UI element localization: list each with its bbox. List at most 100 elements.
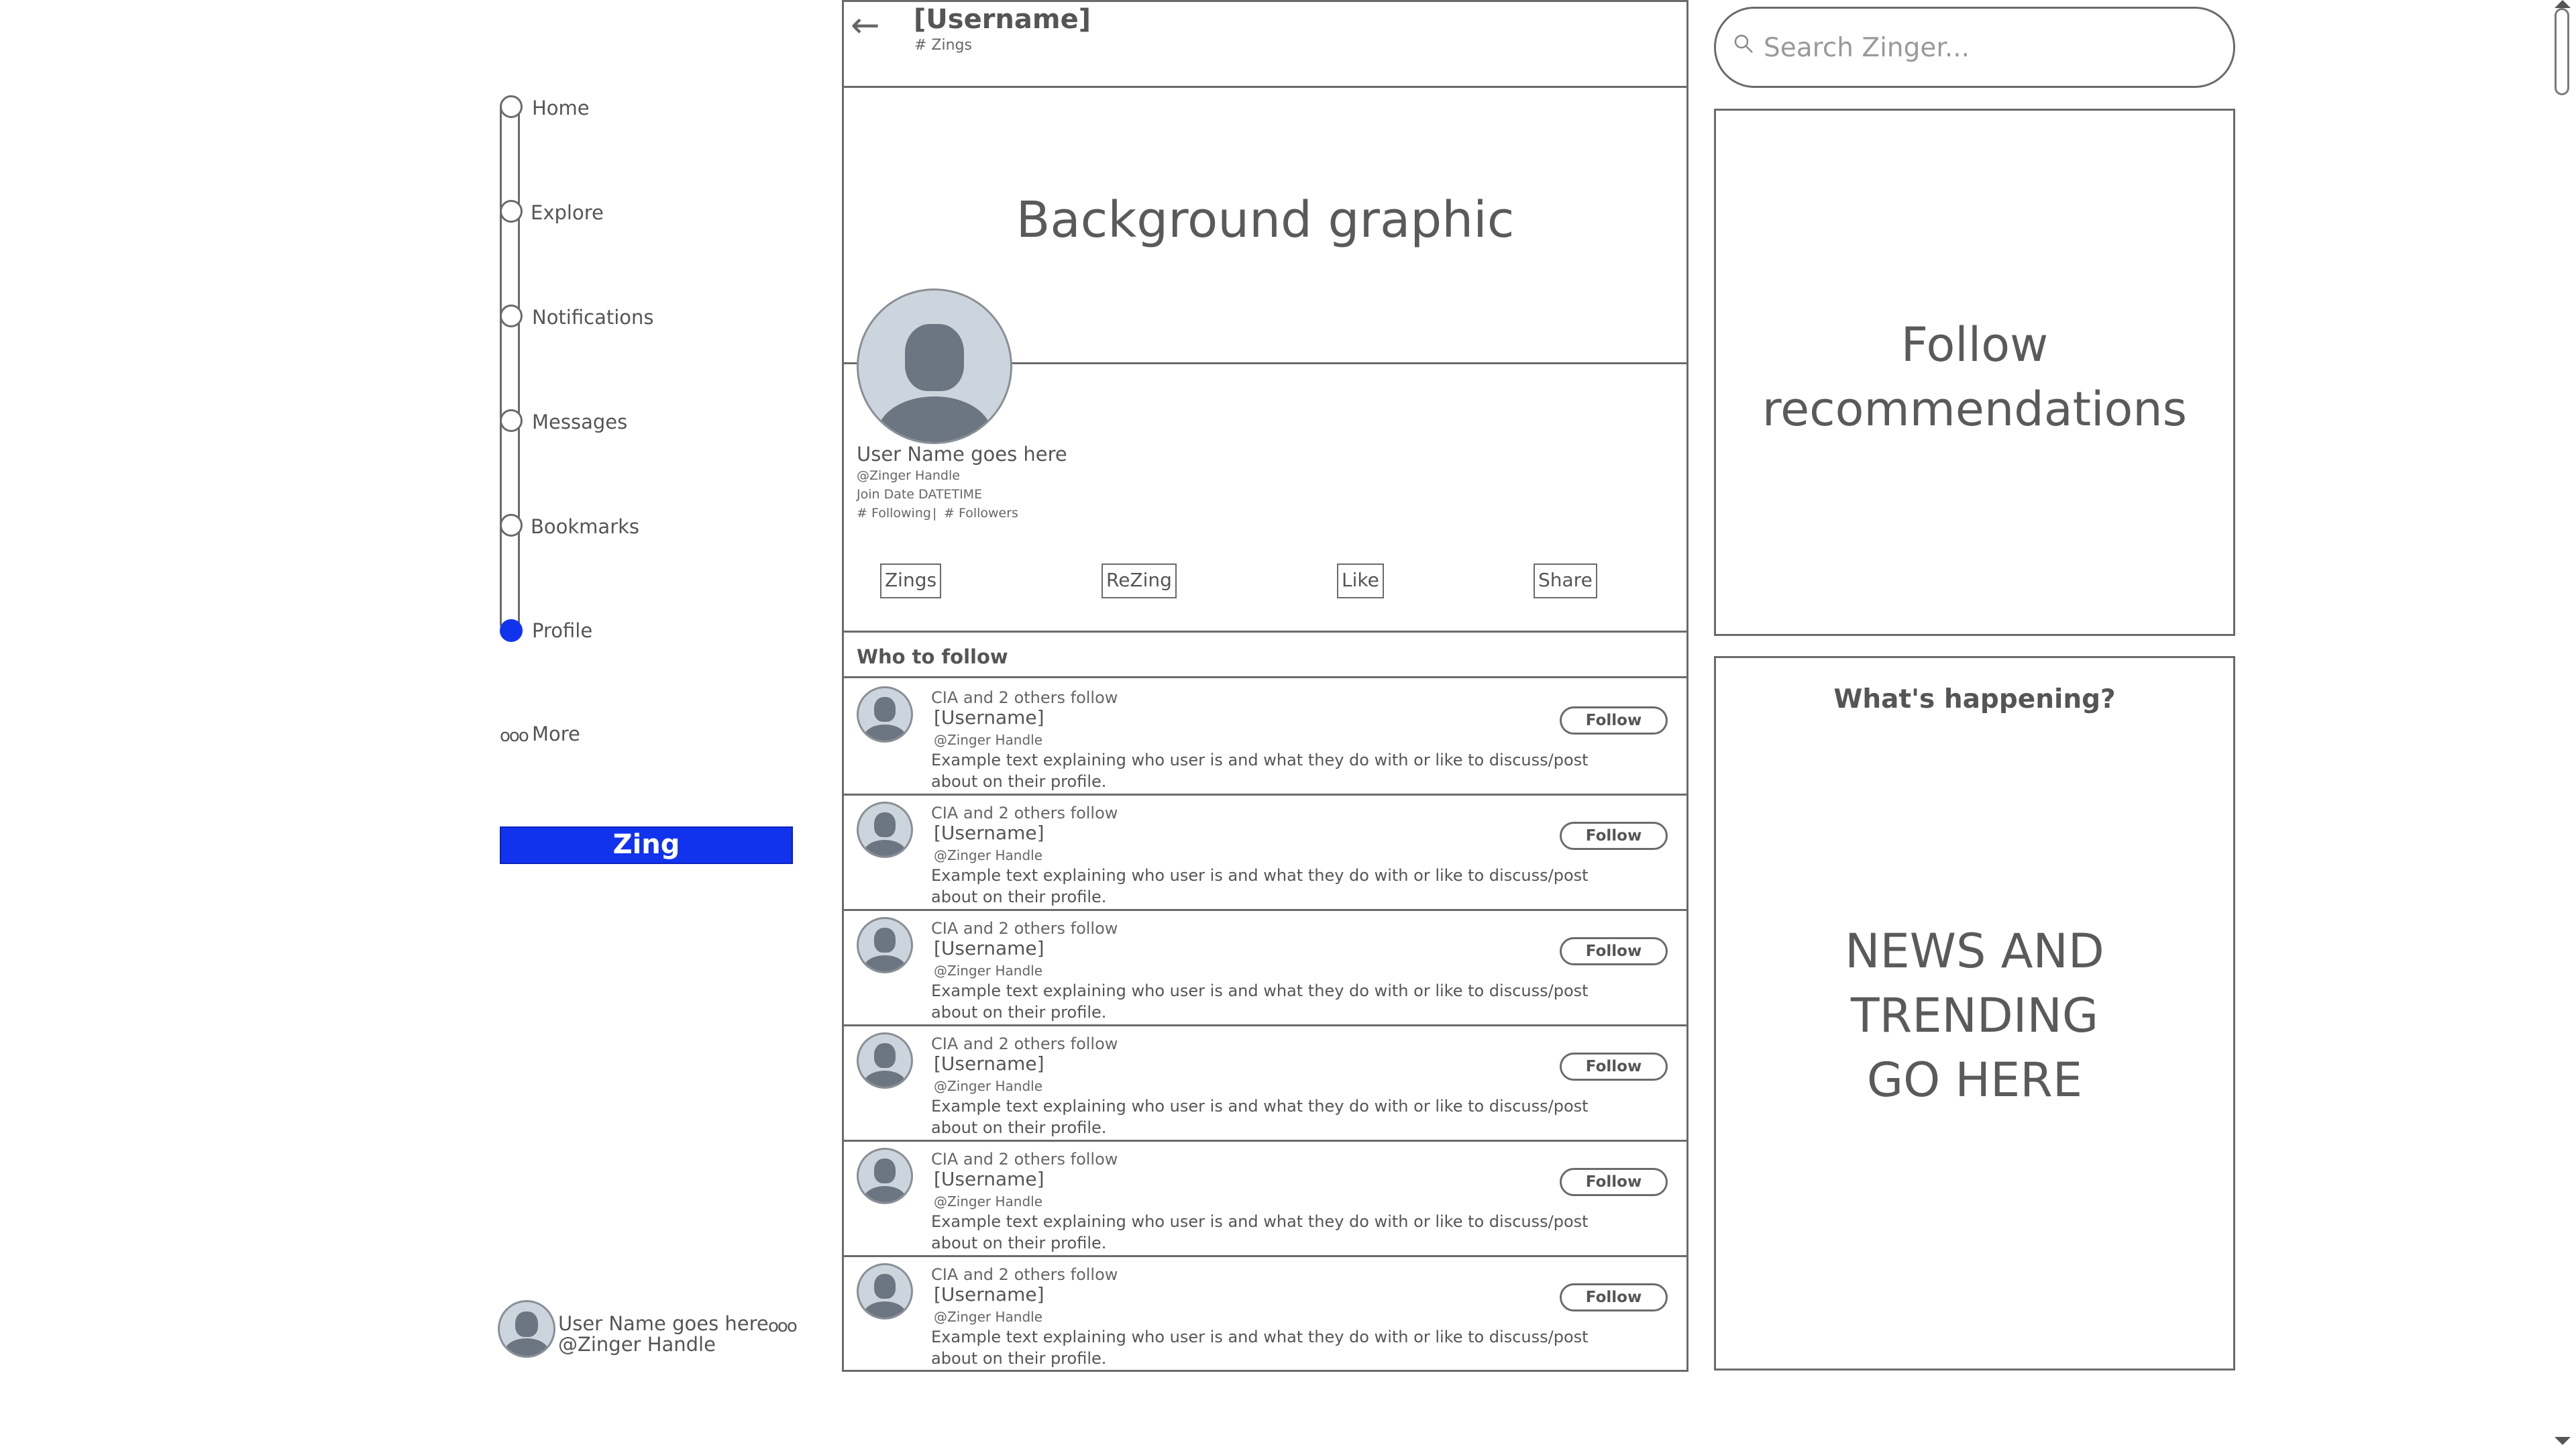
nav-item-notifications[interactable]: Notifications: [500, 305, 768, 331]
suggested-username[interactable]: [Username]: [934, 1168, 1044, 1190]
avatar-body-icon: [877, 396, 991, 442]
tab-zings[interactable]: Zings: [880, 564, 942, 598]
suggested-username[interactable]: [Username]: [934, 1053, 1044, 1075]
circle-icon: [500, 409, 523, 432]
suggested-handle: @Zinger Handle: [934, 963, 1043, 979]
suggested-bio: Example text explaining who user is and …: [931, 866, 1589, 906]
news-line-2: TRENDING: [1850, 988, 2099, 1043]
avatar-head-icon: [874, 1159, 896, 1183]
background-graphic: Background graphic: [1016, 191, 1515, 249]
suggested-bio: Example text explaining who user is and …: [931, 1097, 1589, 1137]
list-item[interactable]: CIA and 2 others follow [Username] @Zing…: [843, 909, 1687, 1024]
follow-context: CIA and 2 others follow: [931, 804, 1118, 822]
follow-button[interactable]: Follow: [1560, 706, 1668, 735]
followers-count[interactable]: # Followers: [944, 506, 1018, 521]
tab-share[interactable]: Share: [1534, 564, 1597, 598]
nav-label-bookmarks: Bookmarks: [531, 515, 640, 538]
stats-separator: |: [932, 506, 937, 521]
more-dots-icon[interactable]: ooo: [500, 726, 529, 746]
suggested-handle: @Zinger Handle: [934, 732, 1043, 748]
account-menu-icon[interactable]: ooo: [768, 1316, 798, 1336]
follow-button[interactable]: Follow: [1560, 937, 1668, 965]
avatar-head-icon: [515, 1311, 538, 1337]
account-name: User Name goes here: [558, 1312, 769, 1335]
avatar: [857, 686, 913, 743]
suggested-username[interactable]: [Username]: [934, 1283, 1044, 1305]
suggested-username[interactable]: [Username]: [934, 937, 1044, 959]
suggested-username[interactable]: [Username]: [934, 822, 1044, 844]
avatar-body-icon: [863, 1301, 906, 1318]
suggested-bio: Example text explaining who user is and …: [931, 1212, 1589, 1252]
divider: [843, 86, 1687, 88]
list-item[interactable]: CIA and 2 others follow [Username] @Zing…: [843, 794, 1687, 909]
suggested-handle: @Zinger Handle: [934, 1193, 1043, 1210]
whats-happening-title: What's happening?: [1833, 684, 2116, 714]
avatar: [857, 917, 913, 973]
avatar: [857, 1263, 913, 1320]
avatar-body-icon: [863, 840, 906, 856]
header-zing-count: # Zings: [914, 37, 972, 54]
list-item[interactable]: CIA and 2 others follow [Username] @Zing…: [843, 1140, 1687, 1255]
suggested-handle: @Zinger Handle: [934, 1078, 1043, 1094]
account-handle: @Zinger Handle: [558, 1333, 716, 1356]
follow-recommendations-text: Follow recommendations: [1714, 313, 2235, 441]
follow-context: CIA and 2 others follow: [931, 919, 1118, 938]
avatar-head-icon: [874, 1043, 896, 1068]
follow-context: CIA and 2 others follow: [931, 688, 1118, 707]
scrollbar-thumb[interactable]: [2555, 8, 2569, 95]
profile-name: User Name goes here: [857, 443, 1067, 466]
follow-context: CIA and 2 others follow: [931, 1150, 1118, 1169]
profile-handle: @Zinger Handle: [857, 468, 960, 483]
tab-rezing[interactable]: ReZing: [1102, 564, 1177, 598]
avatar-body-icon: [504, 1338, 549, 1356]
suggested-username[interactable]: [Username]: [934, 706, 1044, 729]
nav-item-messages[interactable]: Messages: [500, 409, 768, 436]
nav-item-bookmarks[interactable]: Bookmarks: [500, 514, 768, 541]
follow-button[interactable]: Follow: [1560, 822, 1668, 850]
circle-icon: [500, 95, 523, 118]
suggested-bio: Example text explaining who user is and …: [931, 1328, 1589, 1368]
nav-label-profile: Profile: [532, 619, 593, 642]
nav-item-more[interactable]: More: [532, 722, 580, 745]
follow-context: CIA and 2 others follow: [931, 1265, 1118, 1284]
avatar: [857, 1032, 913, 1089]
nav-item-profile[interactable]: Profile: [500, 619, 768, 646]
who-to-follow-title: Who to follow: [857, 645, 1008, 668]
nav-item-home[interactable]: Home: [500, 95, 768, 122]
avatar-head-icon: [874, 812, 896, 837]
news-line-1: NEWS AND: [1845, 924, 2104, 979]
scroll-up-icon[interactable]: [2555, 0, 2571, 8]
divider: [843, 631, 1687, 633]
account-switcher[interactable]: User Name goes here @Zinger Handle ooo: [498, 1300, 800, 1358]
search-icon: [1734, 34, 1753, 53]
following-count[interactable]: # Following: [857, 506, 931, 521]
list-item[interactable]: CIA and 2 others follow [Username] @Zing…: [843, 678, 1687, 794]
profile-avatar[interactable]: [857, 288, 1012, 444]
suggested-handle: @Zinger Handle: [934, 1309, 1043, 1325]
zing-button[interactable]: Zing: [500, 826, 793, 864]
nav-label-messages: Messages: [532, 411, 628, 433]
scroll-down-icon[interactable]: [2555, 1437, 2571, 1445]
active-dot-icon: [500, 619, 523, 642]
circle-icon: [500, 514, 523, 537]
scrollbar[interactable]: [2549, 0, 2576, 1449]
list-item[interactable]: CIA and 2 others follow [Username] @Zing…: [843, 1024, 1687, 1140]
nav-item-explore[interactable]: Explore: [500, 200, 768, 227]
tab-like[interactable]: Like: [1337, 564, 1384, 598]
suggested-bio: Example text explaining who user is and …: [931, 751, 1589, 791]
search-input[interactable]: [1762, 30, 2221, 65]
avatar-body-icon: [863, 1186, 906, 1202]
avatar-head-icon: [874, 697, 896, 722]
follow-button[interactable]: Follow: [1560, 1053, 1668, 1081]
list-item[interactable]: CIA and 2 others follow [Username] @Zing…: [843, 1255, 1687, 1371]
header-username: [Username]: [914, 4, 1091, 35]
nav-rail: [500, 97, 520, 634]
follow-button[interactable]: Follow: [1560, 1283, 1668, 1311]
back-arrow-icon[interactable]: ←: [851, 5, 880, 46]
follow-button[interactable]: Follow: [1560, 1168, 1668, 1196]
follow-context: CIA and 2 others follow: [931, 1034, 1118, 1053]
circle-icon: [500, 200, 523, 223]
news-line-3: GO HERE: [1866, 1053, 2083, 1108]
join-date: Join Date DATETIME: [857, 487, 983, 502]
nav-label-notifications: Notifications: [532, 306, 654, 329]
